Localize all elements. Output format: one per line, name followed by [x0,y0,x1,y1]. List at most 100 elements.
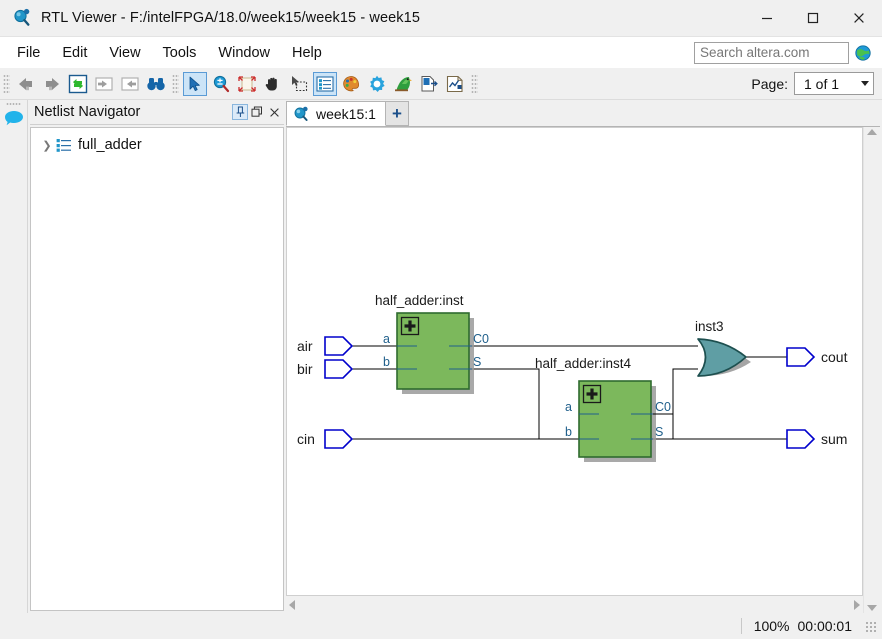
close-icon[interactable] [266,104,282,120]
area-select-button[interactable] [287,72,311,96]
main-body: Netlist Navigator ❯ full_adder week15:1 … [0,100,882,613]
toolbar-grip-1[interactable] [3,73,10,94]
editor-area: week15:1 + air bir cin half_adder:inst a… [286,100,882,613]
menu-file[interactable]: File [6,41,51,65]
status-separator [740,618,742,634]
output-pin-sum[interactable]: sum [786,429,847,449]
block-half-adder-inst4-label: half_adder:inst4 [535,356,632,371]
output-pin-cout-label: cout [821,349,848,365]
page-selector-group: Page: 1 of 1 [751,72,874,95]
left-strip-grip[interactable] [6,102,21,107]
horizontal-scrollbar[interactable] [286,596,863,613]
rtl-viewer-icon [293,106,310,122]
port-b-inst4: b [565,425,572,439]
restore-icon[interactable] [249,104,265,120]
input-pin-bir-label: bir [297,361,313,377]
fit-window-button[interactable] [235,72,259,96]
palette-icon[interactable] [339,72,363,96]
netlist-navigator-buttons [232,104,284,120]
pin-icon[interactable] [232,104,248,120]
or-gate-inst3[interactable]: inst3 [695,319,751,377]
canvas-wrap: air bir cin half_adder:inst a b C0 S hal… [286,127,880,613]
page-label: Page: [751,75,788,92]
scroll-right-arrow-icon[interactable] [854,599,860,610]
schematic-diagram: air bir cin half_adder:inst a b C0 S hal… [297,293,848,462]
port-c0-inst4: C0 [655,400,671,414]
globe-icon[interactable] [854,44,872,62]
port-s-inst4: S [655,425,663,439]
elapsed-time: 00:00:01 [797,618,853,634]
window-title: RTL Viewer - F:/intelFPGA/18.0/week15/we… [41,10,420,26]
canvas-column: air bir cin half_adder:inst a b C0 S hal… [286,127,863,613]
wire-inst-s-to-inst4-a [472,368,579,440]
gear-icon[interactable] [365,72,389,96]
netlist-tree[interactable]: ❯ full_adder [30,127,284,611]
output-pin-sum-label: sum [821,431,847,447]
maximize-button[interactable] [790,0,836,36]
next-page-button[interactable] [118,72,142,96]
netlist-navigator-title: Netlist Navigator [34,104,141,120]
input-pin-bir[interactable]: bir [297,359,354,379]
toolbar: Page: 1 of 1 [0,68,882,100]
close-button[interactable] [836,0,882,36]
previous-page-button[interactable] [92,72,116,96]
menu-tools[interactable]: Tools [152,41,208,65]
search-input[interactable] [694,41,849,64]
rtl-viewer-icon [12,8,32,28]
menu-bar: File Edit View Tools Window Help [0,37,882,68]
toolbar-grip-2[interactable] [172,73,179,94]
port-a-inst: a [383,332,390,346]
input-pin-air[interactable]: air [297,336,354,356]
block-half-adder-inst4[interactable]: half_adder:inst4 a b C0 S [535,356,671,462]
netlist-module-icon [56,138,73,153]
title-bar: RTL Viewer - F:/intelFPGA/18.0/week15/we… [0,0,882,37]
status-bar: 100% 00:00:01 [0,613,882,639]
tab-label: week15:1 [316,105,376,122]
schematic-canvas[interactable]: air bir cin half_adder:inst a b C0 S hal… [286,127,863,596]
port-b-inst: b [383,355,390,369]
scroll-up-arrow-icon[interactable] [867,129,877,135]
tab-week15[interactable]: week15:1 [286,101,386,126]
back-button[interactable] [14,72,38,96]
block-half-adder-inst[interactable]: half_adder:inst a b C0 S [375,293,489,394]
add-tab-button[interactable]: + [385,101,409,126]
input-pin-cin[interactable]: cin [297,429,354,449]
port-s-inst: S [473,355,481,369]
rtl-viewer-window: RTL Viewer - F:/intelFPGA/18.0/week15/we… [0,0,882,639]
or-gate-label: inst3 [695,319,724,334]
find-button[interactable] [144,72,168,96]
parrot-icon[interactable] [391,72,415,96]
resize-grip[interactable] [864,620,876,632]
menu-window[interactable]: Window [207,41,281,65]
speech-bubble-icon[interactable] [4,110,24,127]
select-tool-button[interactable] [183,71,207,96]
window-controls [744,0,882,36]
report-icon[interactable] [443,72,467,96]
netlist-navigator-header: Netlist Navigator [30,100,284,125]
menu-edit[interactable]: Edit [51,41,98,65]
port-a-inst4: a [565,400,572,414]
netlist-navigator-button[interactable] [313,71,337,96]
input-pin-cin-label: cin [297,431,315,447]
menu-view[interactable]: View [98,41,151,65]
toolbar-grip-3[interactable] [471,73,478,94]
refresh-button[interactable] [66,72,90,96]
minimize-button[interactable] [744,0,790,36]
page-select[interactable]: 1 of 1 [794,72,874,95]
zoom-tool-button[interactable] [209,72,233,96]
output-pin-cout[interactable]: cout [786,347,848,367]
menu-help[interactable]: Help [281,41,333,65]
left-dock-strip [0,100,28,613]
block-half-adder-inst-label: half_adder:inst [375,293,464,308]
forward-button[interactable] [40,72,64,96]
search-area [694,41,872,64]
scroll-down-arrow-icon[interactable] [867,605,877,611]
hand-tool-button[interactable] [261,72,285,96]
scroll-left-arrow-icon[interactable] [289,599,295,610]
tab-bar: week15:1 + [286,100,880,127]
export-icon[interactable] [417,72,441,96]
chevron-right-icon[interactable]: ❯ [40,138,54,152]
vertical-scrollbar[interactable] [863,127,880,613]
tree-item-full-adder[interactable]: ❯ full_adder [31,134,283,156]
input-pin-air-label: air [297,338,313,354]
